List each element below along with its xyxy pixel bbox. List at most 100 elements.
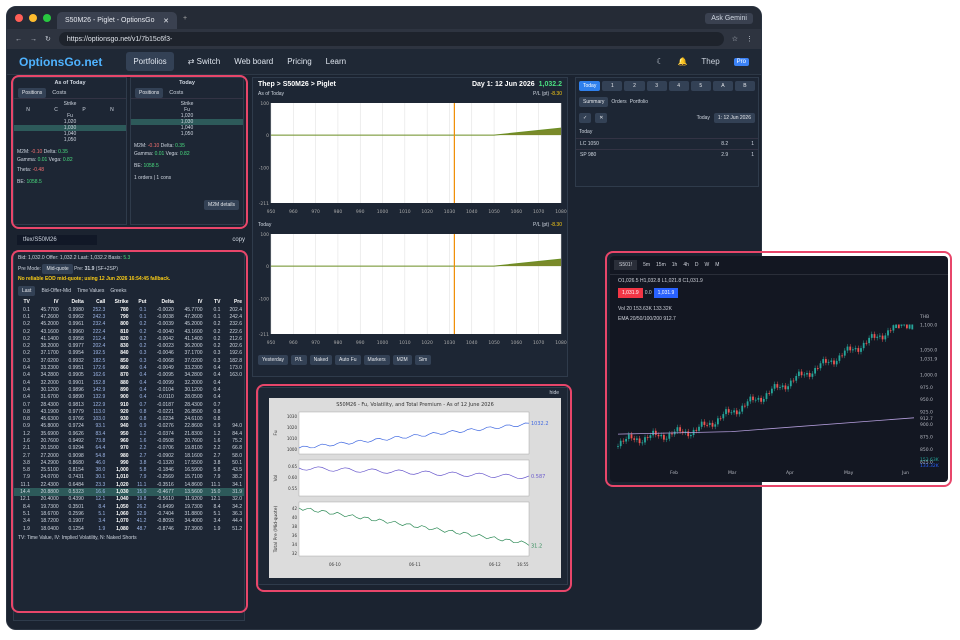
table-cell: 870	[120, 372, 129, 379]
table-row[interactable]: 0.1 47.2600 0.9962 242.3 790 0.1 -0.0038 47.260…	[14, 313, 244, 320]
table-row[interactable]: 2.1 20.1500 0.9294 64.4 970 2.2 -0.0706 19.8100…	[14, 445, 244, 452]
forward-icon[interactable]: →	[30, 36, 37, 43]
candle-body	[765, 393, 768, 399]
summary-subtab[interactable]: Summary	[579, 97, 609, 107]
bell-icon[interactable]: 🔔	[677, 57, 687, 66]
table-row[interactable]: 0.4 33.2300 0.9951 172.6 860 0.4 -0.0049 33.230…	[14, 364, 244, 371]
table-row[interactable]: 0.7 28.4300 0.9813 122.9 910 0.7 -0.0187 28.430…	[14, 401, 244, 408]
table-row[interactable]: 8.4 19.7300 0.3501 8.4 1,050 26.2 -0.6499 19.73…	[14, 503, 244, 510]
table-cell: 41.2	[136, 518, 147, 525]
reload-icon[interactable]: ↻	[45, 35, 51, 43]
table-cell: 5.1	[98, 510, 106, 517]
table-row[interactable]: 3.4 18.7200 0.1907 3.4 1,070 41.2 -0.8093 34.40…	[14, 518, 244, 525]
table-row[interactable]: 5.8 25.5100 0.8154 38.0 1,000 5.8 -0.1846 16.59…	[14, 467, 244, 474]
table-row[interactable]: 12.1 20.4000 0.4390 12.1 1,040 19.8 -0.5610 11.…	[14, 496, 244, 503]
column-header: Delta	[71, 299, 84, 305]
payoff-button[interactable]: Sim	[414, 355, 432, 365]
table-row[interactable]: 0.2 38.2000 0.9977 202.4 830 0.2 -0.0023 36.200…	[14, 342, 244, 349]
tab-costs[interactable]: Costs	[52, 90, 66, 96]
user-name[interactable]: Thep	[701, 57, 719, 66]
m2m-details-button[interactable]: M2M details	[204, 200, 239, 210]
list-item[interactable]: SP 980 2.9 1	[576, 149, 758, 160]
list-item[interactable]: LC 1050 8.2 1	[576, 138, 758, 149]
day-tab[interactable]: B	[734, 81, 755, 91]
payoff-button[interactable]: Naked	[309, 355, 333, 365]
chain-tab[interactable]: Greeks	[110, 288, 126, 294]
table-row[interactable]: 14.4 20.8800 0.5323 16.6 1,030 15.0 -0.4677 13.…	[14, 488, 244, 496]
hide-button[interactable]: hide	[550, 390, 559, 396]
minimize-window-button[interactable]	[29, 14, 37, 22]
check-button[interactable]: ✓	[579, 113, 592, 123]
payoff-button[interactable]: Yesterday	[258, 355, 289, 365]
nav-pricing[interactable]: Pricing	[287, 57, 311, 66]
clear-button[interactable]: ✕	[595, 113, 608, 123]
summary-subtab[interactable]: Orders	[611, 99, 626, 105]
tab-positions[interactable]: Positions	[18, 88, 47, 98]
table-row[interactable]: 0.3 37.0200 0.9932 182.5 850 0.3 -0.0068 37.020…	[14, 357, 244, 364]
summary-subtab[interactable]: Portfolio	[630, 99, 648, 105]
payoff-button[interactable]: Auto Fu	[335, 355, 361, 365]
table-row[interactable]: 0.2 41.1400 0.9958 212.4 820 0.2 -0.0042 41.140…	[14, 335, 244, 342]
table-row[interactable]: 1.2 35.6900 0.9626 83.4 950 1.2 -0.0374 21.8300…	[14, 430, 244, 437]
browser-tab[interactable]: S50M26 - Piglet - OptionsGo ✕	[57, 12, 177, 29]
url-field[interactable]: https://optionsgo.net/v1/7b15c6f3-	[58, 32, 724, 46]
table-cell: 0.4	[22, 379, 30, 386]
ask-gemini-button[interactable]: Ask Gemini	[705, 12, 753, 24]
table-row[interactable]: 0.8 43.1900 0.9779 113.0 920 0.8 -0.0221 26.850…	[14, 408, 244, 415]
table-row[interactable]: 11.1 22.4300 0.6484 23.3 1,020 11.1 -0.3516 14.…	[14, 481, 244, 488]
nav-learn[interactable]: Learn	[326, 57, 346, 66]
copy-button[interactable]: copy	[232, 237, 245, 243]
new-tab-button[interactable]: +	[183, 15, 187, 22]
day-tab[interactable]: 1	[602, 81, 623, 91]
payoff-button[interactable]: M2M	[392, 355, 412, 365]
table-row[interactable]: 0.2 43.1600 0.9960 222.4 810 0.2 -0.0040 43.160…	[14, 328, 244, 335]
maximize-window-button[interactable]	[43, 14, 51, 22]
close-window-button[interactable]	[15, 14, 23, 22]
star-icon[interactable]: ☆	[732, 35, 738, 43]
table-cell: 19.7300	[184, 503, 203, 510]
table-row[interactable]: 0.2 45.2000 0.9961 232.4 800 0.2 -0.0039 45.200…	[14, 321, 244, 328]
menu-icon[interactable]: ⋮	[746, 35, 753, 43]
day-tab[interactable]: A	[712, 81, 733, 91]
app-logo[interactable]: OptionsGo.net	[19, 55, 102, 69]
chain-tab[interactable]: Bid-Offer-Mid	[41, 288, 71, 294]
payoff-button[interactable]: Markers	[363, 355, 390, 365]
back-icon[interactable]: ←	[15, 36, 22, 43]
tab-positions[interactable]: Positions	[135, 88, 164, 98]
table-row[interactable]: 5.1 18.6700 0.2596 5.1 1,060 32.9 -0.7404 31.88…	[14, 510, 244, 517]
candle-body	[703, 421, 706, 425]
day-tab[interactable]: 3	[646, 81, 667, 91]
moon-icon[interactable]: ☾	[656, 57, 663, 66]
day-tab[interactable]: 2	[624, 81, 645, 91]
table-row[interactable]: 0.9 45.8000 0.9724 93.1 940 0.9 -0.0276 22.8600…	[14, 423, 244, 430]
table-cell: 0.4	[139, 379, 147, 386]
x-tick-label: 1060	[511, 209, 523, 215]
day-tab[interactable]: Today	[579, 81, 601, 91]
table-row[interactable]: 0.1 45.7700 0.9980 252.3 780 0.1 -0.0020 45.770…	[14, 306, 244, 313]
table-cell: 32.0	[232, 496, 242, 503]
day-tab[interactable]: 4	[668, 81, 689, 91]
table-row[interactable]: 2.7 27.2000 0.9098 54.8 980 2.7 -0.0902 18.1600…	[14, 452, 244, 459]
nav-portfolios[interactable]: Portfolios	[126, 52, 174, 71]
table-row[interactable]: 0.4 31.6700 0.9890 132.9 900 0.4 -0.0110 28.050…	[14, 394, 244, 401]
tab-costs[interactable]: Costs	[169, 90, 183, 96]
chain-tab[interactable]: Time Values	[77, 288, 104, 294]
table-row[interactable]: 0.2 37.1700 0.9954 192.5 840 0.3 -0.0046 37.170…	[14, 350, 244, 357]
chain-tab[interactable]: Last	[18, 286, 36, 296]
premode-select[interactable]: Mid-quote	[42, 264, 73, 274]
symbol-input[interactable]: tfex/S50M26	[17, 235, 97, 245]
table-row[interactable]: 0.4 34.2800 0.9905 162.6 870 0.4 -0.0095 34.280…	[14, 372, 244, 379]
day-tab[interactable]: 5	[690, 81, 711, 91]
table-row[interactable]: 7.9 24.0700 0.7431 30.1 1,010 7.9 -0.2569 15.71…	[14, 474, 244, 481]
table-row[interactable]: 0.4 32.2000 0.9901 152.8 880 0.4 -0.0099 32.200…	[14, 379, 244, 386]
date-select[interactable]: 1: 12 Jun 2026	[713, 113, 755, 123]
table-row[interactable]: 0.8 45.6300 0.9766 103.0 930 0.8 -0.0234 24.610…	[14, 415, 244, 422]
table-cell: 173.0	[229, 365, 242, 372]
nav-switch[interactable]: ⇄ Switch	[188, 57, 221, 66]
table-row[interactable]: 0.4 30.1200 0.9896 142.9 890 0.4 -0.0104 30.120…	[14, 386, 244, 393]
payoff-button[interactable]: P/L	[291, 355, 307, 365]
nav-webboard[interactable]: Web board	[234, 57, 273, 66]
table-row[interactable]: 1.6 20.7600 0.9492 73.8 960 1.6 -0.0508 20.7600…	[14, 437, 244, 444]
table-row[interactable]: 3.8 24.2900 0.8680 46.0 990 3.8 -0.1320 17.5500…	[14, 459, 244, 466]
table-row[interactable]: 1.9 18.0400 0.1254 1.9 1,080 48.7 -0.8746 37.39…	[14, 525, 244, 532]
